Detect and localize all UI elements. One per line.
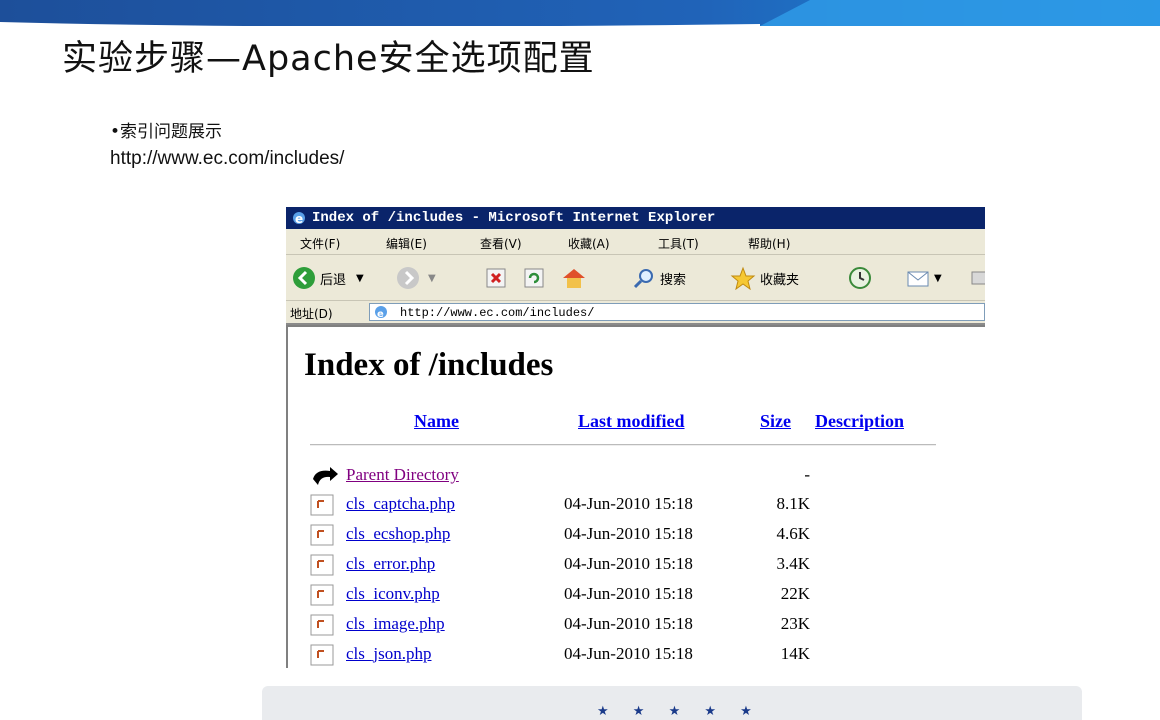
table-row: cls_iconv.php 04-Jun-2010 15:18 22K bbox=[308, 582, 948, 610]
file-date: 04-Jun-2010 15:18 bbox=[564, 494, 693, 513]
file-icon bbox=[310, 584, 336, 611]
file-size: 4.6K bbox=[776, 524, 810, 543]
svg-text:e: e bbox=[295, 212, 303, 226]
page-heading: Index of /includes bbox=[304, 347, 554, 383]
header-divider bbox=[310, 444, 936, 446]
forward-arrow-icon bbox=[397, 267, 419, 289]
menu-tools[interactable]: 工具(T) bbox=[658, 235, 699, 252]
menu-file[interactable]: 文件(F) bbox=[300, 235, 340, 252]
home-icon bbox=[563, 269, 585, 288]
menu-bar: 文件(F) 编辑(E) 查看(V) 收藏(A) 工具(T) 帮助(H) bbox=[286, 229, 985, 255]
table-row: cls_error.php 04-Jun-2010 15:18 3.4K bbox=[308, 552, 948, 580]
star-icon bbox=[730, 266, 756, 290]
bottom-panel: ★ ★ ★ ★ ★ bbox=[262, 686, 1082, 720]
history-button[interactable] bbox=[848, 265, 872, 291]
file-size: 3.4K bbox=[776, 554, 810, 573]
forward-dropdown-icon[interactable]: ▼ bbox=[428, 273, 436, 284]
parent-dir-icon bbox=[310, 465, 340, 492]
star-rating-icon: ★ ★ ★ ★ ★ bbox=[597, 704, 762, 719]
search-icon bbox=[633, 269, 653, 289]
menu-help[interactable]: 帮助(H) bbox=[748, 235, 790, 252]
file-icon bbox=[310, 554, 336, 581]
slide-title: 实验步骤—Apache安全选项配置 bbox=[62, 39, 595, 79]
address-value: http://www.ec.com/includes/ bbox=[400, 306, 595, 320]
toolbar: 后退 ▼ ▼ 搜索 收藏夹 ▼ bbox=[286, 255, 985, 301]
back-label: 后退 bbox=[320, 272, 347, 288]
top-banner bbox=[0, 0, 1160, 26]
address-bar: 地址(D) e http://www.ec.com/includes/ bbox=[286, 301, 985, 325]
refresh-button[interactable] bbox=[522, 265, 546, 291]
window-titlebar: e Index of /includes - Microsoft Interne… bbox=[286, 207, 985, 229]
table-row: cls_ecshop.php 04-Jun-2010 15:18 4.6K bbox=[308, 522, 948, 550]
page-content: Index of /includes Name Last modified Si… bbox=[286, 325, 985, 668]
window-title: Index of /includes - Microsoft Internet … bbox=[312, 210, 716, 226]
file-icon bbox=[310, 644, 336, 668]
file-link[interactable]: cls_captcha.php bbox=[346, 494, 455, 514]
menu-edit[interactable]: 编辑(E) bbox=[386, 235, 427, 252]
url-text: http://www.ec.com/includes/ bbox=[110, 148, 345, 169]
column-description[interactable]: Description bbox=[815, 411, 904, 432]
search-button[interactable]: 搜索 bbox=[632, 265, 686, 291]
file-date: 04-Jun-2010 15:18 bbox=[564, 524, 693, 543]
back-button[interactable]: 后退 ▼ bbox=[292, 265, 364, 291]
menu-favorites[interactable]: 收藏(A) bbox=[568, 235, 610, 252]
refresh-icon bbox=[524, 268, 544, 288]
file-date: 04-Jun-2010 15:18 bbox=[564, 614, 693, 633]
file-size: 22K bbox=[780, 584, 810, 603]
file-size: 8.1K bbox=[776, 494, 810, 513]
file-link[interactable]: cls_json.php bbox=[346, 644, 431, 664]
column-last-modified[interactable]: Last modified bbox=[578, 411, 685, 432]
favorites-button[interactable]: 收藏夹 bbox=[730, 265, 799, 291]
file-date: 04-Jun-2010 15:18 bbox=[564, 584, 693, 603]
file-icon bbox=[310, 524, 336, 551]
file-icon bbox=[310, 614, 336, 641]
column-name[interactable]: Name bbox=[414, 411, 459, 432]
mail-dropdown-icon[interactable]: ▼ bbox=[934, 273, 942, 284]
print-icon bbox=[971, 271, 985, 285]
table-row: cls_captcha.php 04-Jun-2010 15:18 8.1K bbox=[308, 492, 948, 520]
file-size: 23K bbox=[780, 614, 810, 633]
bullet-text: •索引问题展示 bbox=[110, 122, 223, 142]
table-row: cls_image.php 04-Jun-2010 15:18 23K bbox=[308, 612, 948, 640]
svg-text:e: e bbox=[377, 309, 384, 319]
back-arrow-icon bbox=[293, 267, 315, 289]
file-link[interactable]: cls_error.php bbox=[346, 554, 435, 574]
table-row: cls_json.php 04-Jun-2010 15:18 14K bbox=[308, 642, 948, 668]
history-icon bbox=[849, 267, 871, 289]
table-row: Parent Directory - bbox=[308, 463, 948, 491]
file-date: 04-Jun-2010 15:18 bbox=[564, 554, 693, 573]
file-size: 14K bbox=[780, 644, 810, 663]
address-label: 地址(D) bbox=[290, 307, 333, 321]
mail-button[interactable]: ▼ bbox=[906, 265, 942, 291]
search-label: 搜索 bbox=[660, 272, 687, 288]
file-size: - bbox=[804, 465, 810, 484]
file-date: 04-Jun-2010 15:18 bbox=[564, 644, 693, 663]
file-link[interactable]: cls_image.php bbox=[346, 614, 445, 634]
stop-button[interactable] bbox=[484, 265, 508, 291]
file-link[interactable]: cls_iconv.php bbox=[346, 584, 440, 604]
column-size[interactable]: Size bbox=[760, 411, 791, 432]
print-button[interactable] bbox=[970, 265, 985, 291]
file-icon bbox=[310, 494, 336, 521]
menu-view[interactable]: 查看(V) bbox=[480, 235, 522, 252]
stop-icon bbox=[486, 268, 506, 288]
back-dropdown-icon[interactable]: ▼ bbox=[356, 273, 364, 284]
file-link[interactable]: Parent Directory bbox=[346, 465, 459, 485]
forward-button[interactable]: ▼ bbox=[396, 265, 436, 291]
favorites-label: 收藏夹 bbox=[760, 272, 800, 288]
home-button[interactable] bbox=[560, 265, 588, 291]
page-icon: e bbox=[375, 306, 387, 319]
mail-icon bbox=[907, 271, 929, 287]
file-link[interactable]: cls_ecshop.php bbox=[346, 524, 450, 544]
ie-window: e Index of /includes - Microsoft Interne… bbox=[286, 207, 985, 668]
